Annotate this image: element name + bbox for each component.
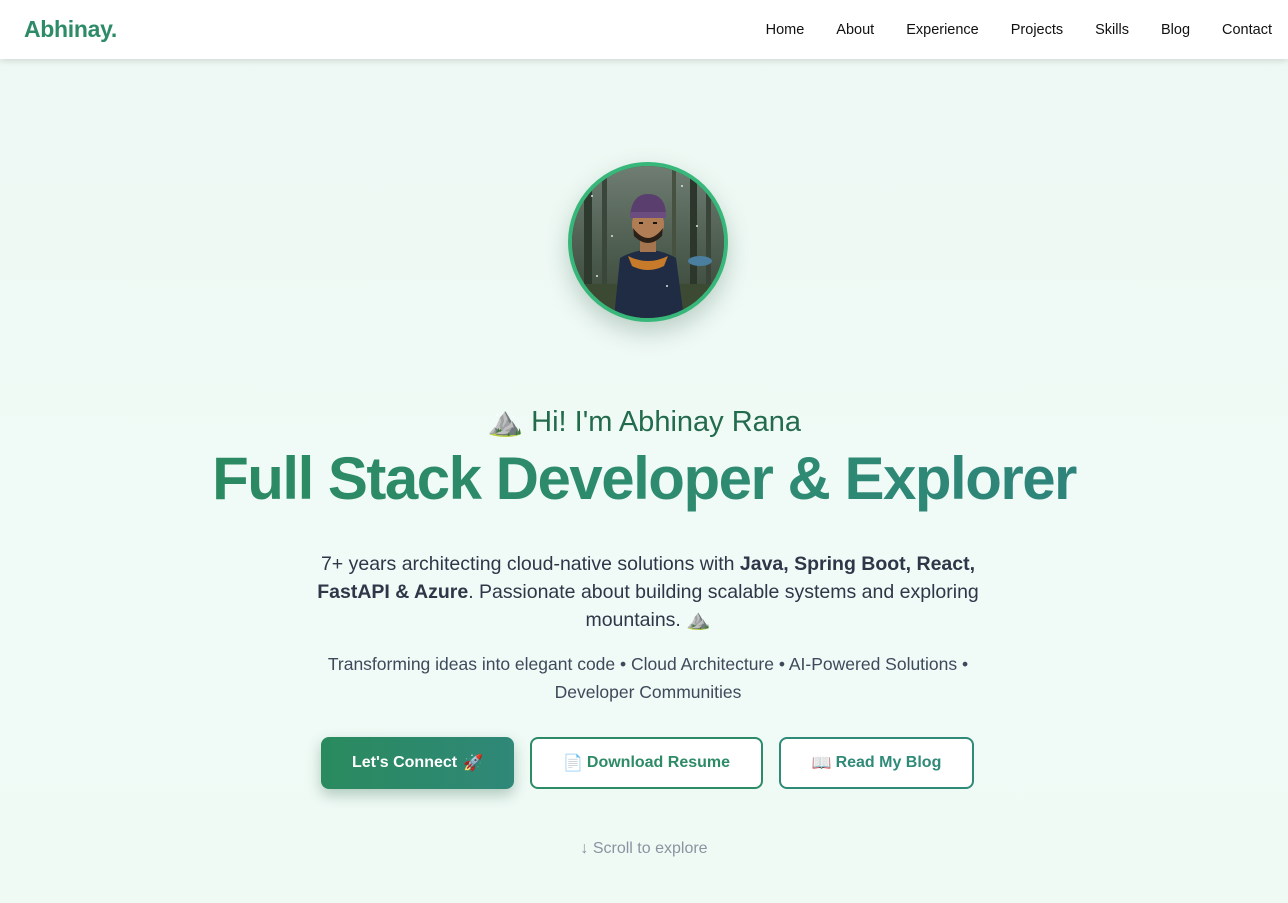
top-navbar: Abhinay. Home About Experience Projects … (0, 0, 1288, 59)
scroll-hint[interactable]: ↓ Scroll to explore (0, 840, 1288, 858)
download-resume-label: Download Resume (586, 754, 731, 771)
read-blog-label: Read My Blog (835, 754, 942, 771)
avatar (568, 162, 728, 322)
site-logo[interactable]: Abhinay. (24, 16, 117, 43)
connect-button[interactable]: Let's Connect 🚀 (321, 737, 514, 789)
nav-link-experience[interactable]: Experience (906, 22, 979, 38)
read-blog-button[interactable]: 📖 Read My Blog (779, 737, 974, 789)
nav-link-about[interactable]: About (836, 22, 874, 38)
hero-intro: 7+ years architecting cloud-native solut… (310, 550, 986, 634)
intro-text-end: . Passionate about building scalable sys… (468, 581, 979, 631)
nav-link-contact[interactable]: Contact (1222, 22, 1272, 38)
rocket-icon: 🚀 (463, 755, 484, 772)
intro-text-start: 7+ years architecting cloud-native solut… (320, 553, 740, 575)
nav-link-blog[interactable]: Blog (1161, 22, 1190, 38)
nav-link-home[interactable]: Home (766, 22, 805, 38)
nav-link-skills[interactable]: Skills (1095, 22, 1129, 38)
nav-link-projects[interactable]: Projects (1011, 22, 1063, 38)
hero-headline: Full Stack Developer & Explorer (0, 444, 1288, 513)
profile-photo-icon (572, 166, 724, 318)
hero-section: ⛰️ Hi! I'm Abhinay Rana Full Stack Devel… (0, 59, 1288, 903)
book-icon: 📖 (811, 755, 832, 772)
hero-tagline: Transforming ideas into elegant code • C… (327, 654, 969, 702)
connect-button-label: Let's Connect (351, 754, 458, 771)
document-icon: 📄 (562, 755, 583, 772)
hero-greeting: ⛰️ Hi! I'm Abhinay Rana (486, 406, 802, 438)
nav-links: Home About Experience Projects Skills Bl… (734, 22, 1272, 38)
download-resume-button[interactable]: 📄 Download Resume (530, 737, 763, 789)
